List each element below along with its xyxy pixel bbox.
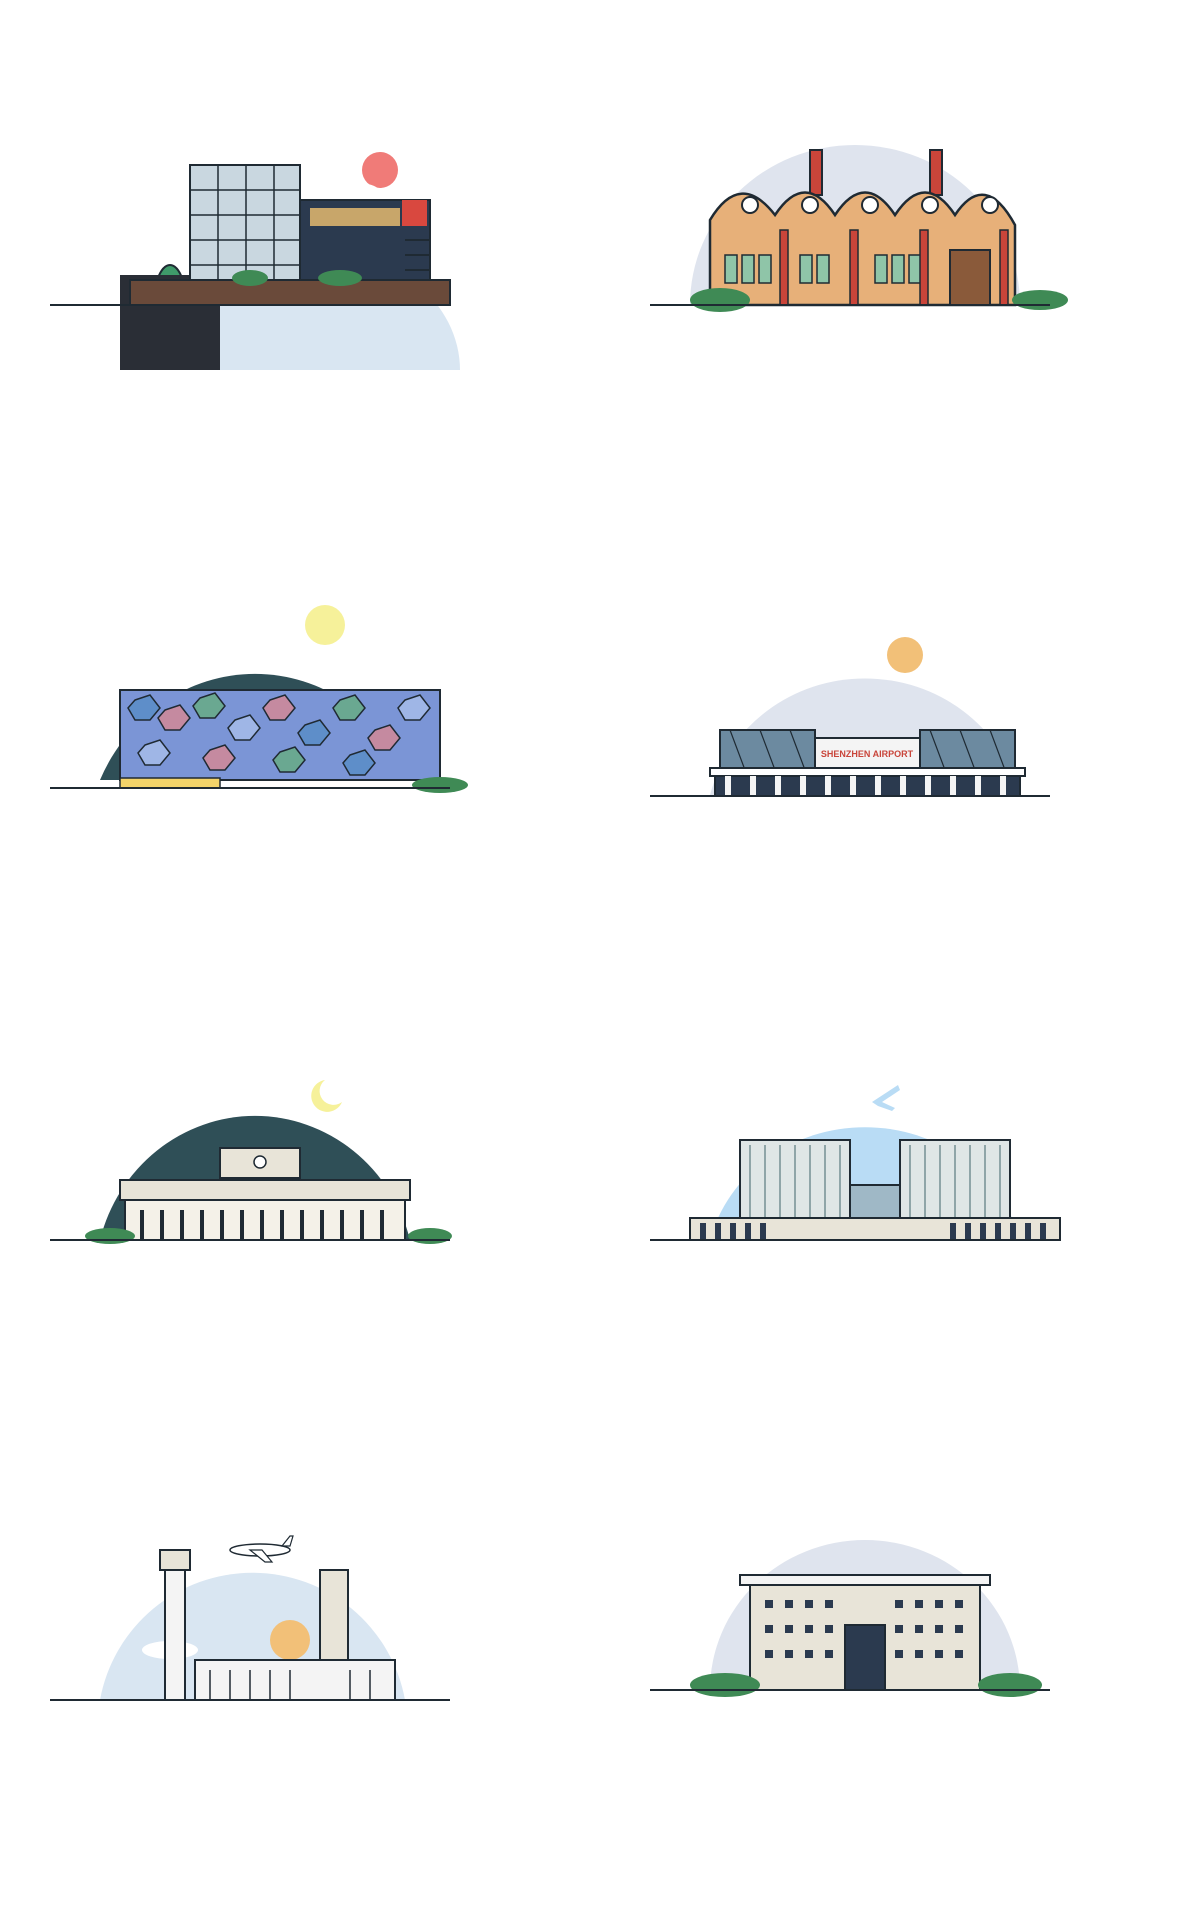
bush xyxy=(1012,290,1068,310)
chimney xyxy=(929,149,943,196)
scene-hexagon-pavilion xyxy=(50,580,550,840)
roof-cornice xyxy=(739,1574,991,1586)
roof-level xyxy=(119,1179,411,1201)
main-entrance xyxy=(844,1624,886,1691)
night-terminal-illustration xyxy=(50,1080,452,1244)
clock xyxy=(253,1155,267,1169)
hexagon-pavilion-illustration xyxy=(50,605,468,793)
sun-icon xyxy=(270,1620,310,1660)
bush xyxy=(318,270,362,286)
ground-floor xyxy=(714,775,1021,797)
chimney xyxy=(809,149,823,196)
scene-modern-villa xyxy=(50,130,550,390)
bush xyxy=(232,270,268,286)
scene-night-terminal xyxy=(50,1040,550,1300)
government-hall-illustration xyxy=(650,1540,1050,1697)
control-tower-cab xyxy=(159,1549,191,1571)
scene-government-hall xyxy=(650,1510,1150,1770)
bush xyxy=(85,1228,135,1244)
sun-icon xyxy=(887,637,923,673)
crescent-moon-icon xyxy=(311,1080,342,1112)
canopy xyxy=(709,767,1026,777)
airplane-icon xyxy=(229,1535,294,1563)
bush xyxy=(690,288,750,312)
terminal-building xyxy=(194,1659,396,1701)
cloud xyxy=(735,665,805,685)
scene-control-tower-airport xyxy=(50,1510,550,1770)
factory-door xyxy=(949,249,991,306)
scene-shenzhen-airport: SHENZHEN AIRPORT xyxy=(650,580,1150,840)
airport-sign: SHENZHEN AIRPORT xyxy=(821,749,914,759)
shenzhen-airport-illustration: SHENZHEN AIRPORT xyxy=(650,637,1050,797)
moon-icon xyxy=(305,605,345,645)
wood-band xyxy=(310,208,400,226)
control-tower-airport-illustration xyxy=(50,1535,450,1701)
wooden-deck xyxy=(129,279,451,306)
bush xyxy=(978,1673,1042,1697)
lit-base xyxy=(119,777,221,789)
control-tower-shaft xyxy=(164,1569,186,1701)
scene-brick-factory xyxy=(650,130,1150,390)
bush xyxy=(412,777,468,793)
bush xyxy=(408,1228,452,1244)
twin-tower-office-illustration xyxy=(650,1067,1061,1241)
scene-twin-tower-office xyxy=(650,1040,1150,1300)
sun-icon xyxy=(362,152,398,188)
cloud xyxy=(950,691,1010,709)
modern-villa-illustration xyxy=(50,152,460,370)
bush xyxy=(690,1673,760,1697)
red-panel xyxy=(402,200,427,226)
brick-factory-illustration xyxy=(650,145,1068,312)
